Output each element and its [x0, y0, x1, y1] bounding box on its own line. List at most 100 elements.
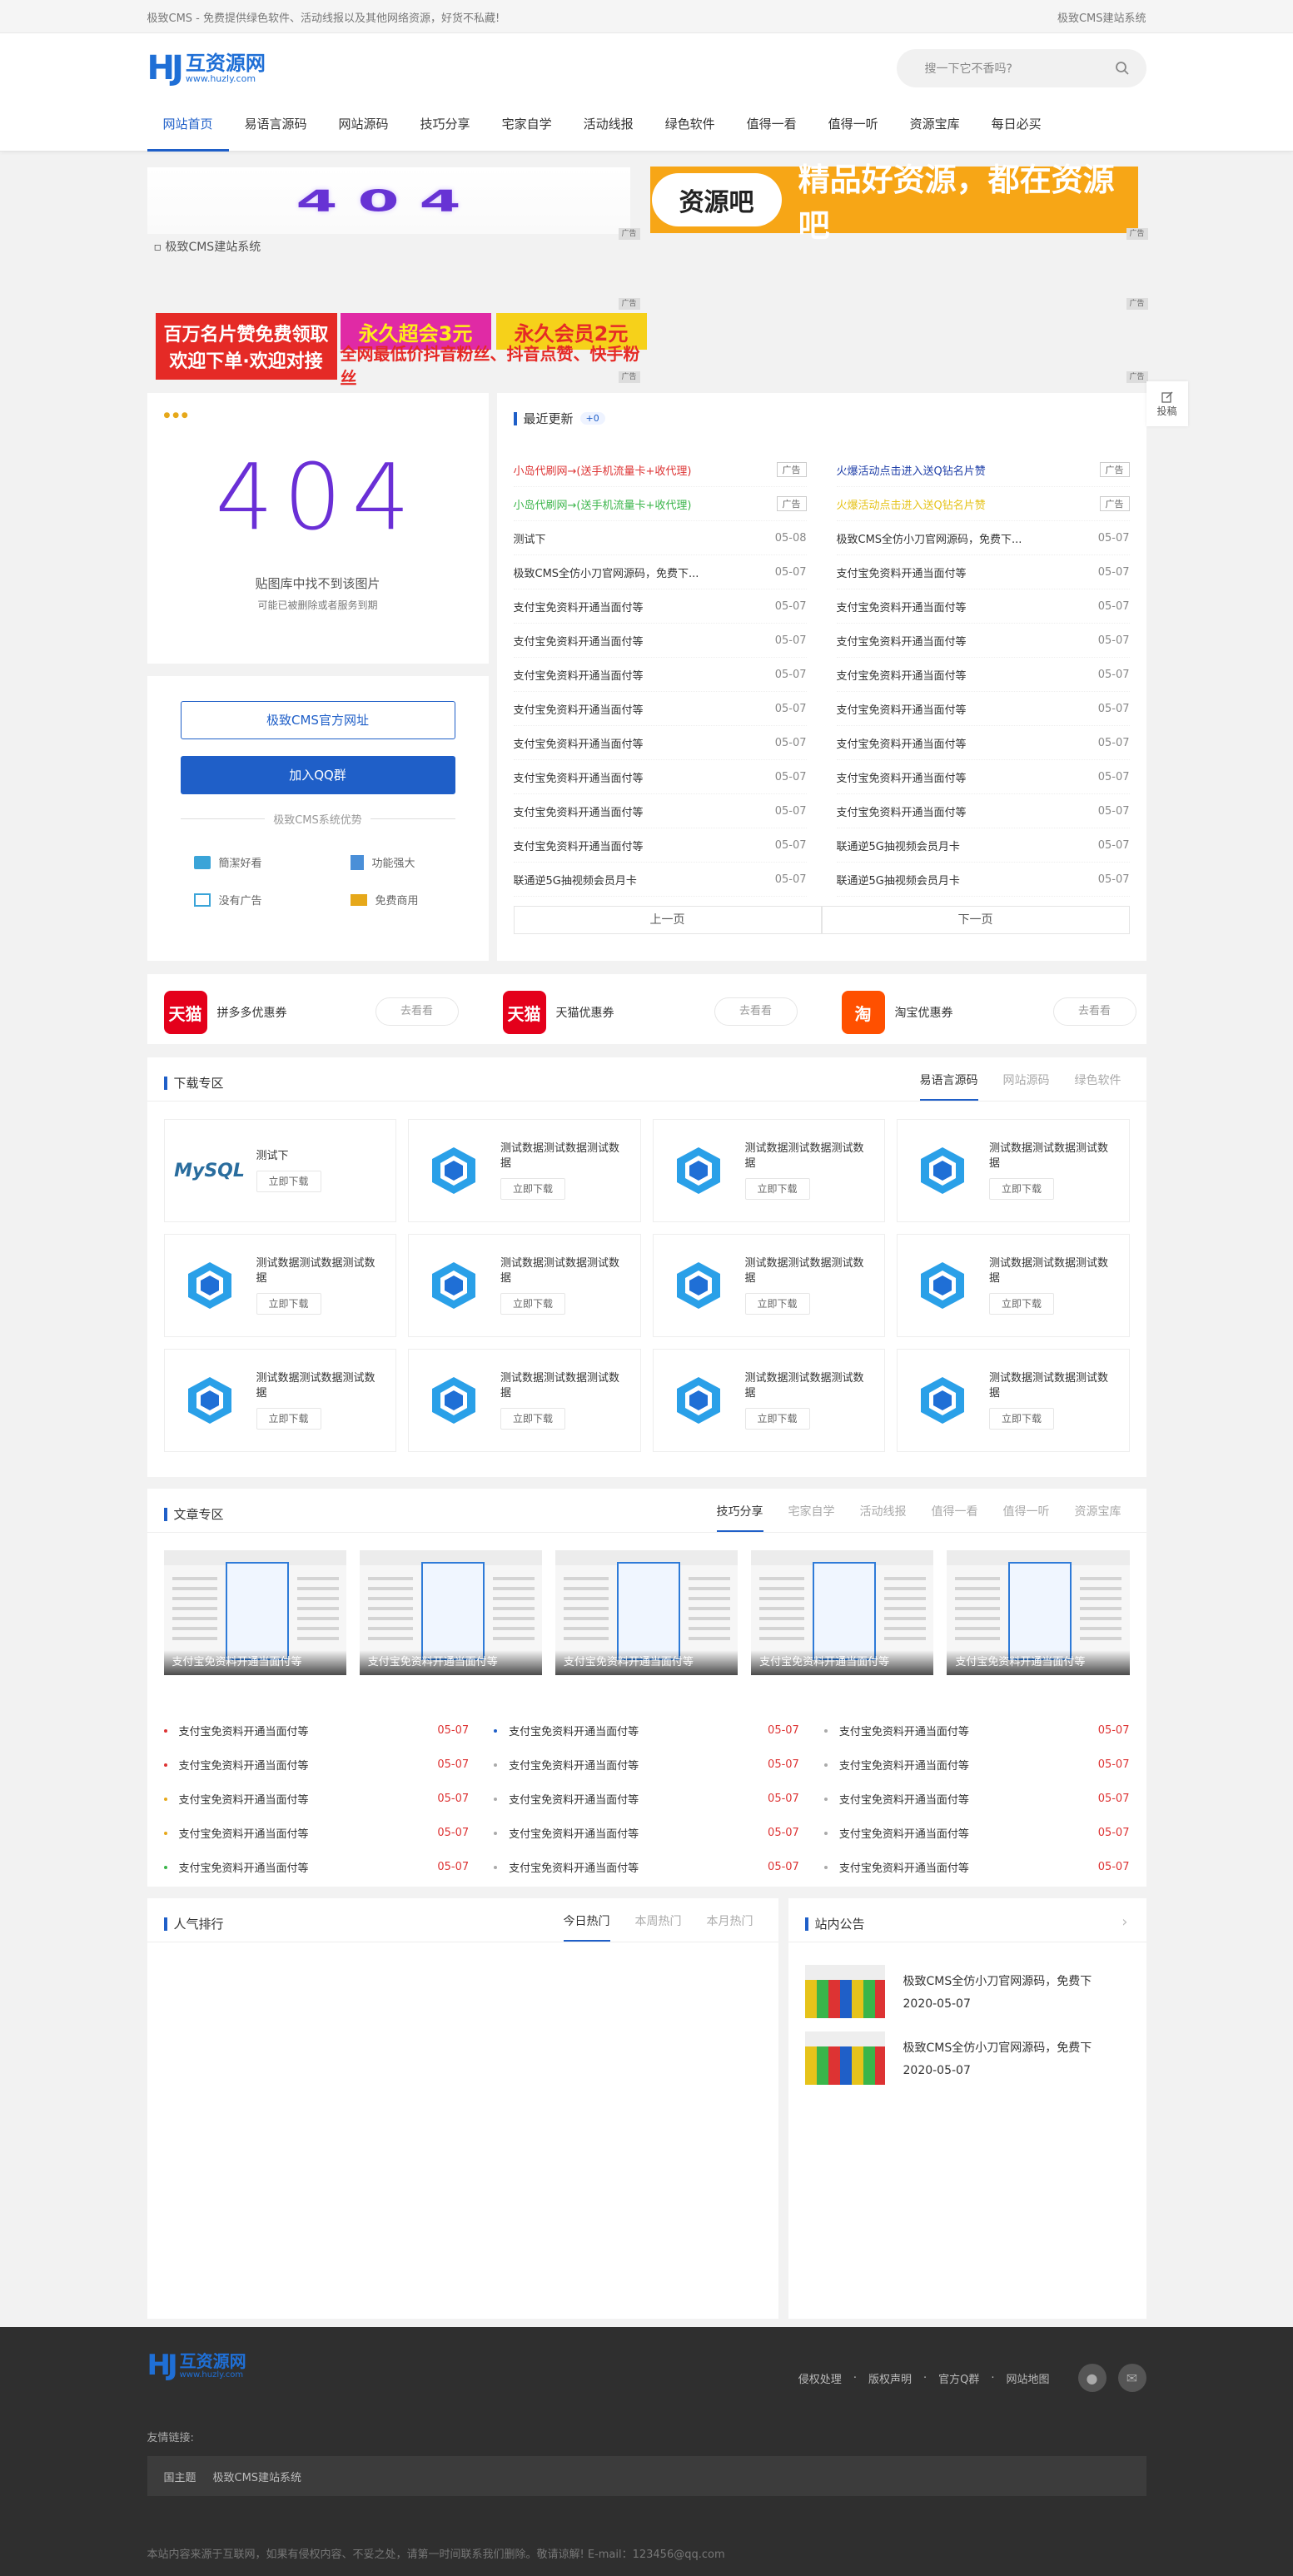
news-item[interactable]: 支付宝免资料开通当面付等 05-07 — [513, 760, 807, 794]
coupon-item[interactable]: 天猫 拼多多优惠券 — [163, 991, 287, 1034]
news-title[interactable]: 支付宝免资料开通当面付等 — [514, 769, 644, 785]
nav-item[interactable]: 值得一听 — [813, 103, 894, 152]
news-item[interactable]: 联通逆5G抽视频会员月卡 05-07 — [836, 828, 1130, 863]
article-title[interactable]: 支付宝免资料开通当面付等 — [824, 1859, 969, 1875]
news-title[interactable]: 支付宝免资料开通当面付等 — [837, 633, 967, 649]
download-button[interactable]: 立即下载 — [989, 1407, 1054, 1430]
friend-link[interactable]: 极致CMS建站系统 — [213, 2469, 302, 2484]
news-title[interactable]: 支付宝免资料开通当面付等 — [514, 735, 644, 751]
news-title[interactable]: 支付宝免资料开通当面付等 — [514, 803, 644, 819]
news-item[interactable]: 支付宝免资料开通当面付等 05-07 — [836, 555, 1130, 589]
footer-link[interactable]: 官方Q群 — [938, 2370, 979, 2386]
news-item[interactable]: 支付宝免资料开通当面付等 05-07 — [836, 794, 1130, 828]
friend-link[interactable]: 国主题 — [164, 2469, 196, 2484]
top-bar-site-link[interactable]: 极致CMS建站系统 — [1057, 9, 1146, 25]
download-item[interactable]: 测试数据测试数据测试数据 立即下载 — [163, 1349, 396, 1452]
article-title[interactable]: 支付宝免资料开通当面付等 — [494, 1757, 639, 1773]
news-item[interactable]: 支付宝免资料开通当面付等 05-07 — [836, 726, 1130, 760]
article-item[interactable]: 支付宝免资料开通当面付等 05-07 — [494, 1748, 799, 1782]
download-name[interactable]: 测试数据测试数据测试数据 — [989, 1256, 1119, 1286]
news-title[interactable]: 支付宝免资料开通当面付等 — [514, 667, 644, 683]
ad-promo-banner[interactable]: 百万名片赞免费领取 欢迎下单·欢迎对接 永久超会3元 永久会员2元 全网最低价抖… — [155, 313, 647, 388]
contribute-float-button[interactable]: 投稿 — [1146, 381, 1188, 426]
nav-item[interactable]: 网站源码 — [323, 103, 405, 152]
download-name[interactable]: 测试数据测试数据测试数据 — [989, 1371, 1119, 1400]
news-item[interactable]: 极致CMS全仿小刀官网源码，免费下... 05-07 — [513, 555, 807, 589]
news-item[interactable]: 极致CMS全仿小刀官网源码，免费下... 05-07 — [836, 521, 1130, 555]
news-item[interactable]: 支付宝免资料开通当面付等 05-07 — [513, 726, 807, 760]
download-item[interactable]: 测试数据测试数据测试数据立即下载 — [408, 1349, 641, 1452]
news-title[interactable]: 小岛代刷网→(送手机流量卡+收代理) — [514, 496, 692, 512]
news-item[interactable]: 测试下 05-08 — [513, 521, 807, 555]
coupon-view-button[interactable]: 去看看 — [375, 997, 459, 1026]
article-title[interactable]: 支付宝免资料开通当面付等 — [494, 1859, 639, 1875]
news-title[interactable]: 测试下 — [514, 530, 546, 546]
article-item[interactable]: 支付宝免资料开通当面付等 05-07 — [164, 1850, 470, 1884]
article-item[interactable]: 支付宝免资料开通当面付等 05-07 — [824, 1782, 1130, 1816]
article-title[interactable]: 支付宝免资料开通当面付等 — [164, 1859, 309, 1875]
article-item[interactable]: 支付宝免资料开通当面付等 05-07 — [824, 1713, 1130, 1748]
news-item[interactable]: 支付宝免资料开通当面付等 05-07 — [836, 589, 1130, 624]
article-thumbnail[interactable]: 支付宝免资料开通当面付等 — [554, 1550, 739, 1675]
article-title[interactable]: 支付宝免资料开通当面付等 — [494, 1723, 639, 1738]
footer-logo[interactable]: HJ 互资源网 www.huzly.com — [147, 2349, 246, 2382]
tab-item[interactable]: 值得一听 — [1003, 1499, 1050, 1532]
news-title[interactable]: 支付宝免资料开通当面付等 — [514, 838, 644, 853]
download-item[interactable]: 测试数据测试数据测试数据 立即下载 — [408, 1234, 641, 1337]
news-item[interactable]: 支付宝免资料开通当面付等 05-07 — [513, 658, 807, 692]
article-item[interactable]: 支付宝免资料开通当面付等 05-07 — [494, 1713, 799, 1748]
news-title[interactable]: 联通逆5G抽视频会员月卡 — [837, 838, 960, 853]
nav-item[interactable]: 资源宝库 — [894, 103, 976, 152]
download-button[interactable]: 立即下载 — [256, 1292, 321, 1315]
download-item[interactable]: 测试数据测试数据测试数据 立即下载 — [408, 1119, 641, 1222]
news-item[interactable]: 火爆活动点击进入送Q钻名片赞 广告 — [836, 487, 1130, 521]
news-item[interactable]: 支付宝免资料开通当面付等 05-07 — [836, 658, 1130, 692]
download-item[interactable]: MySQL 测试下 立即下载 — [163, 1119, 396, 1222]
article-item[interactable]: 支付宝免资料开通当面付等 05-07 — [824, 1850, 1130, 1884]
news-title[interactable]: 支付宝免资料开通当面付等 — [514, 701, 644, 717]
nav-item[interactable]: 每日必买 — [976, 103, 1057, 152]
notice-item[interactable]: 极致CMS全仿小刀官网源码，免费下 2020-05-07 — [804, 2025, 1130, 2091]
nav-item[interactable]: 宅家自学 — [486, 103, 568, 152]
download-button[interactable]: 立即下载 — [256, 1407, 321, 1430]
coupon-view-button[interactable]: 去看看 — [1052, 997, 1136, 1026]
tab-item[interactable]: 宅家自学 — [788, 1499, 835, 1532]
article-thumbnail[interactable]: 支付宝免资料开通当面付等 — [359, 1550, 542, 1675]
article-thumbnail[interactable]: 支付宝免资料开通当面付等 — [947, 1550, 1130, 1675]
search-icon[interactable] — [1115, 61, 1130, 76]
news-item[interactable]: 支付宝免资料开通当面付等 05-07 — [836, 692, 1130, 726]
article-item[interactable]: 支付宝免资料开通当面付等 05-07 — [164, 1748, 470, 1782]
ad-ziyuanba-banner[interactable]: 资源吧 精品好资源，都在资源吧 — [649, 162, 1138, 244]
download-item[interactable]: 测试数据测试数据测试数据立即下载 — [897, 1349, 1130, 1452]
news-title[interactable]: 小岛代刷网→(送手机流量卡+收代理) — [514, 462, 692, 478]
notice-item[interactable]: 极致CMS全仿小刀官网源码，免费下 2020-05-07 — [804, 1958, 1130, 2025]
news-item[interactable]: 支付宝免资料开通当面付等 05-07 — [513, 828, 807, 863]
download-button[interactable]: 立即下载 — [744, 1407, 810, 1430]
download-name[interactable]: 测试数据测试数据测试数据 — [500, 1371, 630, 1400]
download-button[interactable]: 立即下载 — [256, 1170, 321, 1192]
download-button[interactable]: 立即下载 — [744, 1292, 810, 1315]
official-site-button[interactable]: 极致CMS官方网址 — [180, 701, 455, 739]
article-title[interactable]: 支付宝免资料开通当面付等 — [824, 1791, 969, 1807]
download-name[interactable]: 测试数据测试数据测试数据 — [500, 1256, 630, 1286]
chevron-right-icon[interactable]: › — [1121, 1913, 1127, 1931]
site-logo[interactable]: HJ 互资源网 www.huzly.com — [147, 52, 266, 85]
article-item[interactable]: 支付宝免资料开通当面付等 05-07 — [164, 1816, 470, 1850]
tab-item[interactable]: 易语言源码 — [919, 1067, 978, 1101]
news-title[interactable]: 支付宝免资料开通当面付等 — [837, 769, 967, 785]
nav-item[interactable]: 网站首页 — [147, 103, 229, 152]
article-title[interactable]: 支付宝免资料开通当面付等 — [824, 1757, 969, 1773]
article-item[interactable]: 支付宝免资料开通当面付等 05-07 — [494, 1850, 799, 1884]
tab-item[interactable]: 绿色软件 — [1075, 1067, 1121, 1101]
download-item[interactable]: 测试数据测试数据测试数据 立即下载 — [897, 1119, 1130, 1222]
email-icon[interactable]: ✉ — [1117, 2364, 1146, 2392]
footer-link[interactable]: 网站地图 — [1006, 2370, 1049, 2386]
news-item[interactable]: 小岛代刷网→(送手机流量卡+收代理) 广告 — [513, 453, 807, 487]
tab-item[interactable]: 本月热门 — [707, 1908, 753, 1942]
article-thumbnail[interactable]: 支付宝免资料开通当面付等 — [751, 1550, 934, 1675]
prev-page-button[interactable]: 上一页 — [513, 906, 822, 934]
download-button[interactable]: 立即下载 — [500, 1407, 565, 1430]
article-title[interactable]: 支付宝免资料开通当面付等 — [494, 1791, 639, 1807]
download-name[interactable]: 测试下 — [256, 1149, 321, 1164]
download-button[interactable]: 立即下载 — [989, 1292, 1054, 1315]
